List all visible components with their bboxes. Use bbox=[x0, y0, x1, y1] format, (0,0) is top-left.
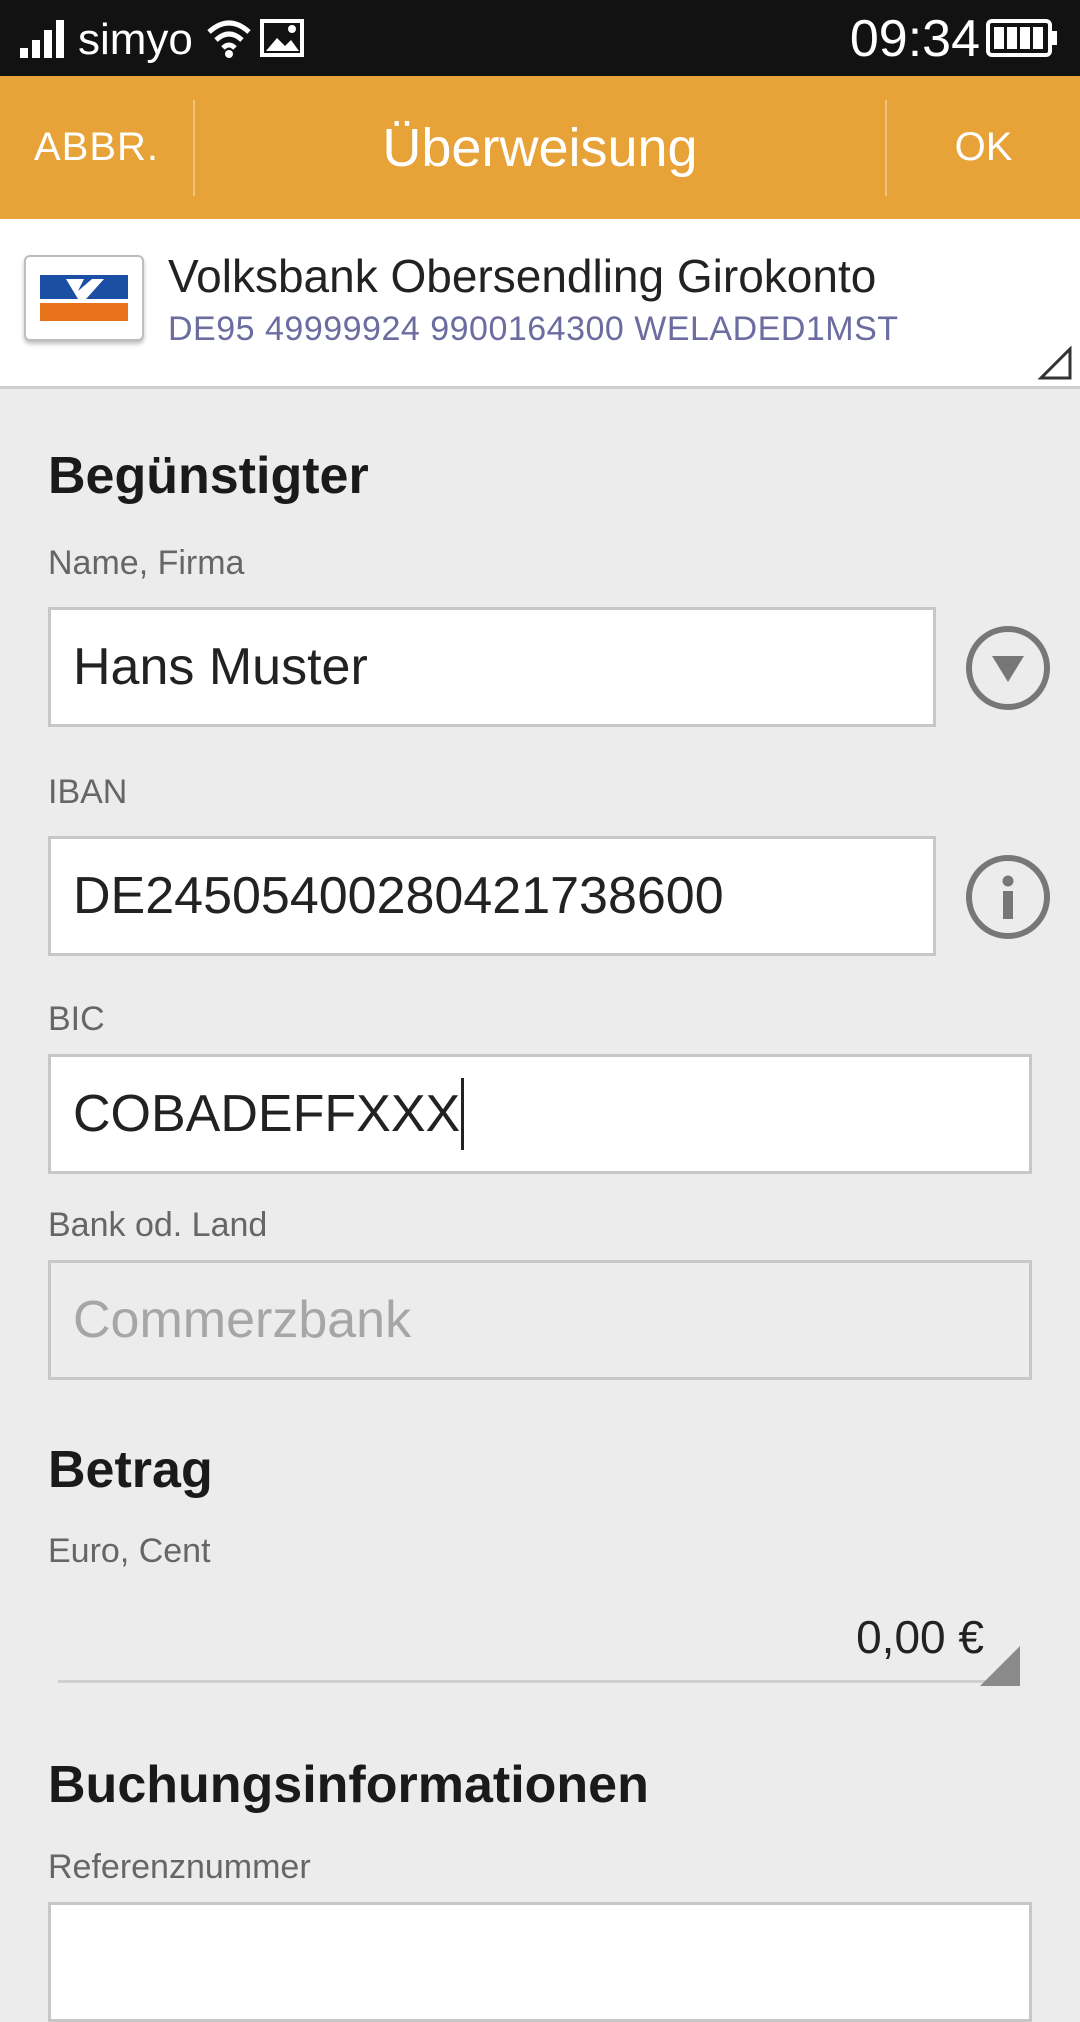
bic-value: COBADEFFXXX bbox=[73, 1085, 461, 1143]
iban-info-button[interactable] bbox=[966, 855, 1050, 939]
clock: 09:34 bbox=[849, 10, 980, 68]
section-title-beneficiary: Begünstigter bbox=[48, 447, 369, 505]
amount-input[interactable]: 0,00 € bbox=[856, 1610, 984, 1664]
name-value: Hans Muster bbox=[73, 638, 368, 696]
action-bar: ABBR. Überweisung OK bbox=[0, 76, 1080, 219]
name-input[interactable]: Hans Muster bbox=[48, 607, 936, 727]
bank-value: Commerzbank bbox=[73, 1291, 412, 1349]
info-icon bbox=[1002, 875, 1014, 919]
chevron-down-icon bbox=[992, 656, 1024, 682]
volksbank-logo-icon bbox=[40, 275, 128, 321]
amount-corner-icon bbox=[980, 1646, 1020, 1686]
dropdown-corner-icon bbox=[1038, 346, 1072, 380]
wifi-icon bbox=[207, 20, 251, 58]
name-label: Name, Firma bbox=[48, 544, 245, 582]
bank-logo bbox=[24, 255, 144, 341]
section-title-booking: Buchungsinformationen bbox=[48, 1756, 649, 1814]
page-title: Überweisung bbox=[382, 117, 698, 178]
account-details: DE95 49999924 9900164300 WELADED1MST bbox=[168, 310, 899, 348]
image-notification-icon bbox=[260, 19, 304, 57]
iban-input[interactable]: DE24505400280421738600 bbox=[48, 836, 936, 956]
bic-label: BIC bbox=[48, 1000, 105, 1038]
bank-label: Bank od. Land bbox=[48, 1206, 268, 1244]
iban-value: DE24505400280421738600 bbox=[73, 867, 724, 925]
contacts-dropdown-button[interactable] bbox=[966, 626, 1050, 710]
carrier-name: simyo bbox=[78, 15, 193, 64]
account-name: Volksbank Obersendling Girokonto bbox=[168, 250, 877, 302]
bic-input[interactable]: COBADEFFXXX bbox=[48, 1054, 1032, 1174]
bank-input: Commerzbank bbox=[48, 1260, 1032, 1380]
reference-input[interactable] bbox=[48, 1902, 1032, 2022]
amount-underline bbox=[58, 1680, 1018, 1683]
section-title-amount: Betrag bbox=[48, 1441, 213, 1499]
status-bar: simyo 09:34 bbox=[0, 0, 1080, 76]
signal-icon bbox=[20, 20, 64, 58]
ok-button[interactable]: OK bbox=[887, 76, 1080, 219]
battery-icon bbox=[986, 19, 1057, 57]
amount-label: Euro, Cent bbox=[48, 1532, 211, 1570]
cancel-button[interactable]: ABBR. bbox=[0, 76, 193, 219]
iban-label: IBAN bbox=[48, 773, 128, 811]
account-selector[interactable]: Volksbank Obersendling Girokonto DE95 49… bbox=[0, 219, 1080, 389]
text-cursor bbox=[461, 1078, 465, 1150]
reference-label: Referenznummer bbox=[48, 1848, 311, 1886]
